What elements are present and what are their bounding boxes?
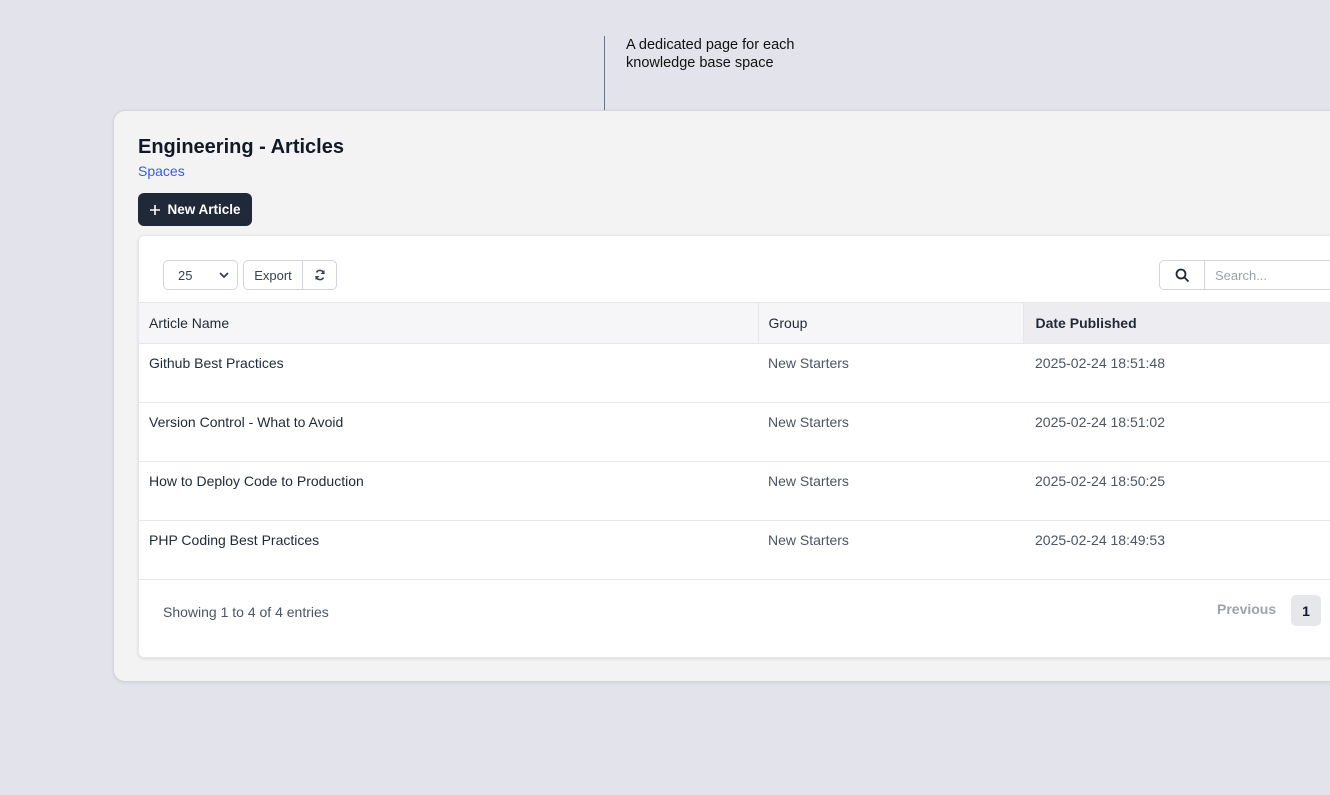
page-panel: Engineering - Articles Spaces New Articl… (113, 110, 1330, 682)
search-input[interactable] (1205, 261, 1330, 289)
export-button[interactable]: Export (244, 261, 303, 289)
table-row[interactable]: Version Control - What to Avoid New Start… (139, 402, 1330, 462)
refresh-button[interactable] (303, 261, 336, 289)
article-date: 2025-02-24 18:51:02 (1023, 402, 1330, 462)
column-header-article-name[interactable]: Article Name (139, 302, 758, 344)
article-name[interactable]: Version Control - What to Avoid (139, 402, 758, 462)
annotation-line-2: knowledge base space (626, 55, 774, 71)
previous-page-button[interactable]: Previous (1217, 601, 1276, 617)
refresh-icon (314, 269, 325, 281)
article-name[interactable]: Github Best Practices (139, 343, 758, 403)
article-date: 2025-02-24 18:49:53 (1023, 520, 1330, 580)
table-row[interactable]: PHP Coding Best Practices New Starters 202… (139, 520, 1330, 580)
breadcrumb-spaces[interactable]: Spaces (138, 163, 185, 179)
annotation-text: A dedicated page for each knowledge base … (626, 36, 846, 72)
page-title: Engineering - Articles (138, 136, 344, 158)
new-article-button[interactable]: New Article (138, 193, 252, 226)
table-actions: Export (243, 260, 337, 290)
column-header-group[interactable]: Group (757, 302, 1023, 344)
page-size-value: 25 (178, 267, 193, 283)
annotation-line-1: A dedicated page for each (626, 37, 795, 53)
articles-table: Article Name Group Date Published Github… (139, 302, 1330, 580)
article-group: New Starters (758, 461, 1023, 521)
article-name[interactable]: PHP Coding Best Practices (139, 520, 758, 580)
search-icon (1175, 268, 1189, 282)
article-name[interactable]: How to Deploy Code to Production (139, 461, 758, 521)
page-size-select[interactable]: 25 (163, 260, 238, 290)
chevron-down-icon (219, 271, 229, 278)
column-header-date-published[interactable]: Date Published (1022, 302, 1330, 344)
article-group: New Starters (758, 343, 1023, 403)
plus-icon (150, 204, 161, 215)
new-article-label: New Article (167, 202, 241, 217)
table-row[interactable]: How to Deploy Code to Production New Star… (139, 461, 1330, 521)
articles-card: 25 Export Article Name Group Date Publis… (138, 235, 1330, 658)
search-button[interactable] (1160, 261, 1205, 289)
table-row[interactable]: Github Best Practices New Starters 2025-02… (139, 343, 1330, 403)
entries-info: Showing 1 to 4 of 4 entries (163, 604, 329, 620)
article-group: New Starters (758, 402, 1023, 462)
article-group: New Starters (758, 520, 1023, 580)
article-date: 2025-02-24 18:51:48 (1023, 343, 1330, 403)
search-box (1159, 260, 1330, 290)
article-date: 2025-02-24 18:50:25 (1023, 461, 1330, 521)
page-1-button[interactable]: 1 (1291, 595, 1321, 626)
